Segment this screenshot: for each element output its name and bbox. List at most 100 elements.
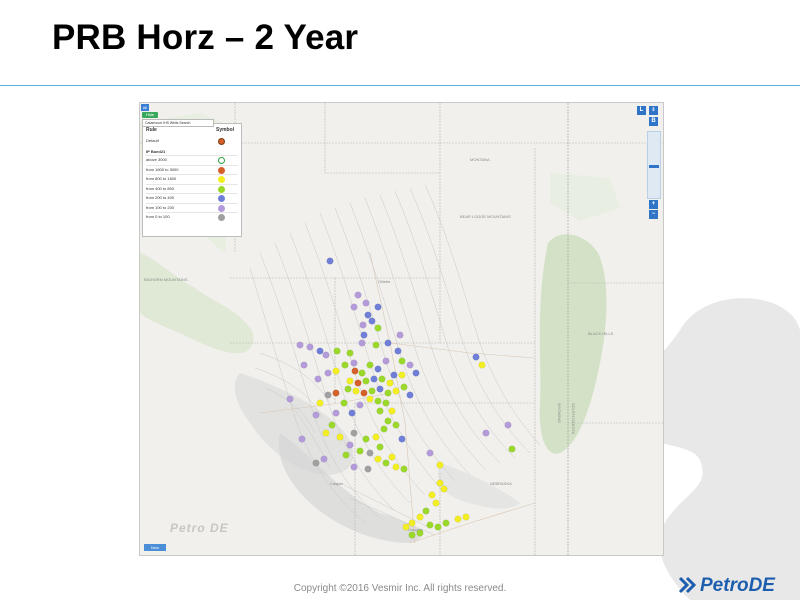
well-marker[interactable]: [408, 531, 416, 539]
well-marker[interactable]: [368, 317, 376, 325]
well-marker[interactable]: [362, 299, 370, 307]
well-marker[interactable]: [360, 389, 368, 397]
well-marker[interactable]: [354, 379, 362, 387]
well-marker[interactable]: [440, 485, 448, 493]
well-marker[interactable]: [370, 375, 378, 383]
well-marker[interactable]: [398, 435, 406, 443]
well-marker[interactable]: [434, 523, 442, 531]
zoom-slider[interactable]: [647, 131, 661, 199]
well-marker[interactable]: [406, 361, 414, 369]
well-marker[interactable]: [394, 347, 402, 355]
well-marker[interactable]: [374, 397, 382, 405]
layer-l-button[interactable]: L: [637, 106, 646, 115]
well-marker[interactable]: [322, 351, 330, 359]
well-marker[interactable]: [366, 449, 374, 457]
well-marker[interactable]: [344, 385, 352, 393]
well-marker[interactable]: [472, 353, 480, 361]
well-marker[interactable]: [380, 425, 388, 433]
well-marker[interactable]: [416, 513, 424, 521]
well-marker[interactable]: [384, 417, 392, 425]
well-marker[interactable]: [350, 303, 358, 311]
well-marker[interactable]: [324, 369, 332, 377]
well-marker[interactable]: [442, 519, 450, 527]
well-marker[interactable]: [316, 347, 324, 355]
basemap-b-button[interactable]: B: [649, 117, 658, 126]
well-marker[interactable]: [402, 523, 410, 531]
zoom-out-button[interactable]: −: [649, 210, 658, 219]
well-marker[interactable]: [392, 387, 400, 395]
well-marker[interactable]: [392, 463, 400, 471]
well-marker[interactable]: [400, 383, 408, 391]
well-marker[interactable]: [341, 361, 349, 369]
well-marker[interactable]: [398, 357, 406, 365]
map-bottom-button[interactable]: Now: [144, 544, 166, 551]
well-marker[interactable]: [332, 367, 340, 375]
well-marker[interactable]: [392, 421, 400, 429]
well-marker[interactable]: [356, 447, 364, 455]
well-marker[interactable]: [454, 515, 462, 523]
well-marker[interactable]: [348, 409, 356, 417]
well-marker[interactable]: [406, 391, 414, 399]
well-marker[interactable]: [400, 465, 408, 473]
well-marker[interactable]: [354, 291, 362, 299]
hide-button[interactable]: Hide: [142, 112, 158, 118]
well-marker[interactable]: [332, 389, 340, 397]
well-marker[interactable]: [426, 449, 434, 457]
well-marker[interactable]: [390, 371, 398, 379]
well-marker[interactable]: [364, 465, 372, 473]
well-marker[interactable]: [378, 375, 386, 383]
well-marker[interactable]: [398, 371, 406, 379]
well-marker[interactable]: [326, 257, 334, 265]
well-marker[interactable]: [482, 429, 490, 437]
well-marker[interactable]: [396, 331, 404, 339]
well-marker[interactable]: [324, 391, 332, 399]
well-marker[interactable]: [352, 387, 360, 395]
well-marker[interactable]: [382, 357, 390, 365]
well-marker[interactable]: [306, 343, 314, 351]
well-marker[interactable]: [351, 367, 359, 375]
well-marker[interactable]: [412, 369, 420, 377]
well-marker[interactable]: [408, 519, 416, 527]
well-marker[interactable]: [336, 433, 344, 441]
well-marker[interactable]: [382, 399, 390, 407]
well-marker[interactable]: [374, 455, 382, 463]
zoom-in-button[interactable]: +: [649, 200, 658, 209]
well-marker[interactable]: [350, 463, 358, 471]
well-marker[interactable]: [286, 395, 294, 403]
well-marker[interactable]: [508, 445, 516, 453]
zoom-slider-thumb[interactable]: [649, 165, 659, 168]
well-marker[interactable]: [388, 407, 396, 415]
well-marker[interactable]: [366, 361, 374, 369]
well-marker[interactable]: [346, 377, 354, 385]
well-marker[interactable]: [362, 377, 370, 385]
well-marker[interactable]: [436, 479, 444, 487]
well-marker[interactable]: [364, 311, 372, 319]
layer-select[interactable]: Catamount IHS Wells Search: [142, 119, 214, 127]
well-marker[interactable]: [350, 359, 358, 367]
well-marker[interactable]: [362, 435, 370, 443]
well-marker[interactable]: [462, 513, 470, 521]
well-marker[interactable]: [384, 389, 392, 397]
well-marker[interactable]: [340, 399, 348, 407]
well-marker[interactable]: [376, 443, 384, 451]
well-marker[interactable]: [322, 429, 330, 437]
well-marker[interactable]: [346, 349, 354, 357]
well-marker[interactable]: [358, 369, 366, 377]
well-marker[interactable]: [384, 339, 392, 347]
well-marker[interactable]: [300, 361, 308, 369]
well-marker[interactable]: [374, 303, 382, 311]
well-marker[interactable]: [376, 407, 384, 415]
well-marker[interactable]: [374, 324, 382, 332]
well-marker[interactable]: [376, 385, 384, 393]
well-marker[interactable]: [320, 455, 328, 463]
well-marker[interactable]: [382, 459, 390, 467]
well-marker[interactable]: [422, 507, 430, 515]
well-marker[interactable]: [426, 521, 434, 529]
well-marker[interactable]: [436, 461, 444, 469]
map-panel[interactable]: MONTANA BEAR LODGE MOUNTAINS BLACK HILLS…: [139, 102, 664, 556]
well-marker[interactable]: [298, 435, 306, 443]
well-marker[interactable]: [478, 361, 486, 369]
well-marker[interactable]: [358, 339, 366, 347]
well-marker[interactable]: [314, 375, 322, 383]
well-marker[interactable]: [346, 441, 354, 449]
